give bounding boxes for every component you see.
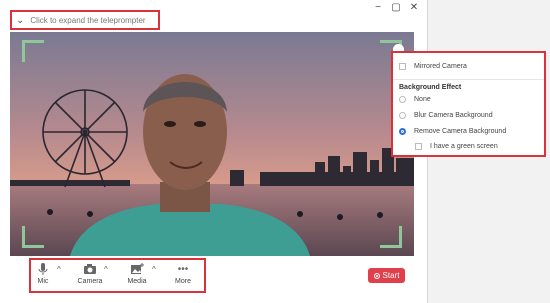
start-label: Start — [382, 271, 400, 280]
camera-label: Camera — [77, 278, 103, 285]
frame-corner — [380, 226, 402, 248]
green-screen-label: I have a green screen — [430, 143, 498, 150]
camera-button[interactable]: Camera — [74, 262, 106, 285]
recorder-window: − ▢ ✕ ⌄ Click to expand the teleprompter — [0, 0, 428, 303]
bg-option-label: Remove Camera Background — [414, 128, 507, 135]
more-dots-icon: ••• — [177, 263, 189, 275]
more-label: More — [175, 278, 191, 285]
bg-option-remove[interactable]: Remove Camera Background — [399, 128, 506, 135]
radio-blur[interactable] — [399, 112, 406, 119]
bg-option-label: Blur Camera Background — [414, 112, 493, 119]
camera-feed-image — [10, 32, 414, 256]
camera-settings-menu: Mirrored Camera Background Effect None B… — [391, 51, 546, 157]
mirrored-checkbox[interactable] — [399, 63, 406, 70]
bg-option-blur[interactable]: Blur Camera Background — [399, 112, 493, 119]
menu-divider — [393, 79, 544, 80]
bg-option-none[interactable]: None — [399, 96, 431, 103]
teleprompter-label: Click to expand the teleprompter — [30, 15, 146, 25]
teleprompter-toggle[interactable]: ⌄ Click to expand the teleprompter — [10, 10, 160, 30]
radio-none[interactable] — [399, 96, 406, 103]
record-icon — [373, 272, 380, 279]
mirrored-camera-option[interactable]: Mirrored Camera — [399, 63, 467, 70]
frame-corner — [22, 40, 44, 62]
more-button[interactable]: ••• More — [172, 262, 194, 286]
chevron-down-icon: ⌄ — [16, 14, 25, 26]
frame-corner — [22, 226, 44, 248]
media-label: Media — [127, 278, 147, 285]
green-screen-checkbox[interactable] — [415, 143, 422, 150]
mic-options-caret[interactable]: ^ — [57, 265, 61, 274]
minimize-button[interactable]: − — [373, 3, 383, 13]
green-screen-option[interactable]: I have a green screen — [415, 143, 498, 150]
start-button[interactable]: Start — [368, 268, 405, 283]
mic-label: Mic — [37, 278, 49, 285]
maximize-button[interactable]: ▢ — [391, 3, 401, 13]
media-button[interactable]: Media — [125, 262, 149, 285]
bg-option-label: None — [414, 96, 431, 103]
window-controls: − ▢ ✕ — [373, 3, 419, 13]
media-options-caret[interactable]: ^ — [152, 265, 156, 274]
mic-button[interactable]: Mic — [34, 262, 52, 285]
image-plus-icon — [125, 262, 149, 276]
camera-options-caret[interactable]: ^ — [104, 265, 108, 274]
mirrored-label: Mirrored Camera — [414, 63, 467, 70]
close-button[interactable]: ✕ — [409, 3, 419, 13]
background-effect-title: Background Effect — [399, 84, 462, 91]
camera-icon — [74, 262, 106, 276]
camera-preview — [10, 32, 414, 256]
radio-remove[interactable] — [399, 128, 406, 135]
microphone-icon — [34, 262, 52, 276]
